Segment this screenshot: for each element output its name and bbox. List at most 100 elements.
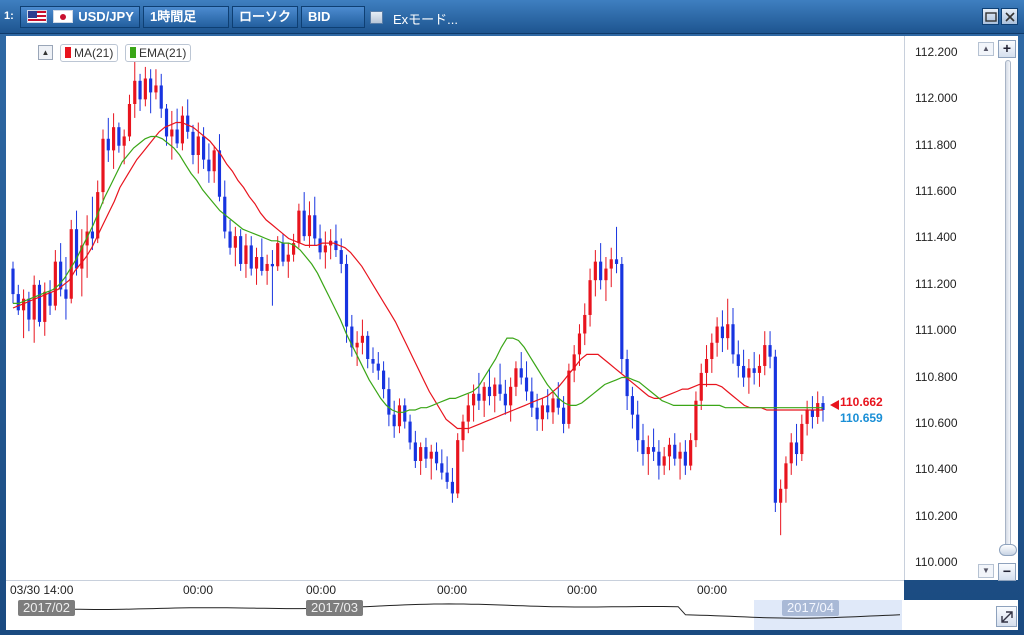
candle xyxy=(297,203,301,248)
candle xyxy=(37,280,42,327)
legend-ema[interactable]: EMA(21) xyxy=(125,44,192,62)
candle xyxy=(186,99,190,139)
candle xyxy=(286,243,290,278)
candle xyxy=(720,310,724,353)
candle xyxy=(133,59,137,118)
candle xyxy=(530,377,534,417)
candle xyxy=(667,437,672,471)
candle xyxy=(307,201,312,248)
candle xyxy=(630,386,634,429)
candle xyxy=(376,352,380,380)
time-tick-label: 00:00 xyxy=(183,583,214,597)
candle xyxy=(11,261,15,304)
candle xyxy=(212,145,216,183)
candle xyxy=(27,291,31,332)
price-tick-label: 111.200 xyxy=(915,276,957,291)
candle xyxy=(85,215,89,278)
candle xyxy=(461,414,465,452)
candle xyxy=(360,319,364,355)
candle xyxy=(419,442,423,475)
candle xyxy=(48,280,52,315)
candle xyxy=(43,282,47,336)
candle xyxy=(112,113,116,169)
candle xyxy=(64,257,68,320)
candle xyxy=(678,442,682,480)
legend-ma[interactable]: MA(21) xyxy=(60,44,119,62)
candle xyxy=(731,308,735,364)
candle xyxy=(699,363,703,410)
candle xyxy=(233,226,237,267)
candle xyxy=(694,391,698,448)
candle xyxy=(540,398,544,431)
candle xyxy=(768,331,772,369)
candle xyxy=(620,257,624,373)
candle xyxy=(53,250,57,311)
candle xyxy=(657,440,661,480)
candle xyxy=(636,400,640,452)
navigator-price-line xyxy=(19,603,901,619)
candle xyxy=(763,331,767,376)
candle xyxy=(413,430,417,468)
candle xyxy=(149,69,153,114)
candle xyxy=(366,331,370,369)
candle xyxy=(450,467,454,503)
candle xyxy=(344,254,349,343)
price-tick-label: 110.400 xyxy=(915,462,958,477)
candle xyxy=(350,314,354,357)
candle xyxy=(228,219,232,255)
candle xyxy=(127,94,132,142)
candle xyxy=(514,361,518,397)
candle xyxy=(223,180,227,239)
price-tick-label: 111.800 xyxy=(915,137,957,152)
candle xyxy=(519,352,523,385)
time-tick-label: 00:00 xyxy=(306,583,337,597)
candle xyxy=(440,449,444,480)
candle xyxy=(292,233,296,262)
candle xyxy=(773,349,777,512)
candle xyxy=(482,382,486,417)
candle xyxy=(726,298,730,350)
candle xyxy=(392,400,396,438)
candle xyxy=(101,129,105,204)
candle xyxy=(604,257,608,302)
candle xyxy=(789,433,793,475)
candle xyxy=(69,219,73,304)
legend-ema-label: EMA(21) xyxy=(139,46,187,60)
candle xyxy=(498,363,502,401)
candle xyxy=(164,104,169,146)
price-tick-label: 110.800 xyxy=(915,369,958,384)
navigator-month-label: 2017/03 xyxy=(306,600,363,616)
candle xyxy=(779,479,783,536)
candle xyxy=(207,143,211,183)
candle xyxy=(313,196,317,246)
candle xyxy=(270,250,274,306)
candle xyxy=(180,106,184,151)
legend-collapse-button[interactable]: ▲ xyxy=(38,45,53,60)
candle xyxy=(509,377,513,422)
candle xyxy=(138,73,142,111)
candle xyxy=(32,275,36,343)
ma-color-swatch xyxy=(65,47,71,58)
candle xyxy=(752,352,756,385)
time-tick-label: 00:00 xyxy=(567,583,598,597)
candle xyxy=(456,433,460,499)
candle xyxy=(609,247,613,288)
candle xyxy=(646,435,650,475)
candle xyxy=(339,238,343,274)
candle xyxy=(302,192,306,241)
candle xyxy=(355,331,359,366)
candle xyxy=(191,124,195,165)
candle xyxy=(652,428,656,461)
candle xyxy=(175,108,179,149)
candle xyxy=(424,437,428,468)
candle xyxy=(254,247,259,285)
legend-ma-label: MA(21) xyxy=(74,46,114,60)
candle xyxy=(757,354,762,387)
candle xyxy=(117,122,121,153)
candle xyxy=(710,333,714,373)
candle xyxy=(583,303,587,346)
candle xyxy=(445,456,449,489)
candle xyxy=(329,229,333,260)
time-tick-label: 00:00 xyxy=(437,583,468,597)
candle xyxy=(281,233,285,267)
